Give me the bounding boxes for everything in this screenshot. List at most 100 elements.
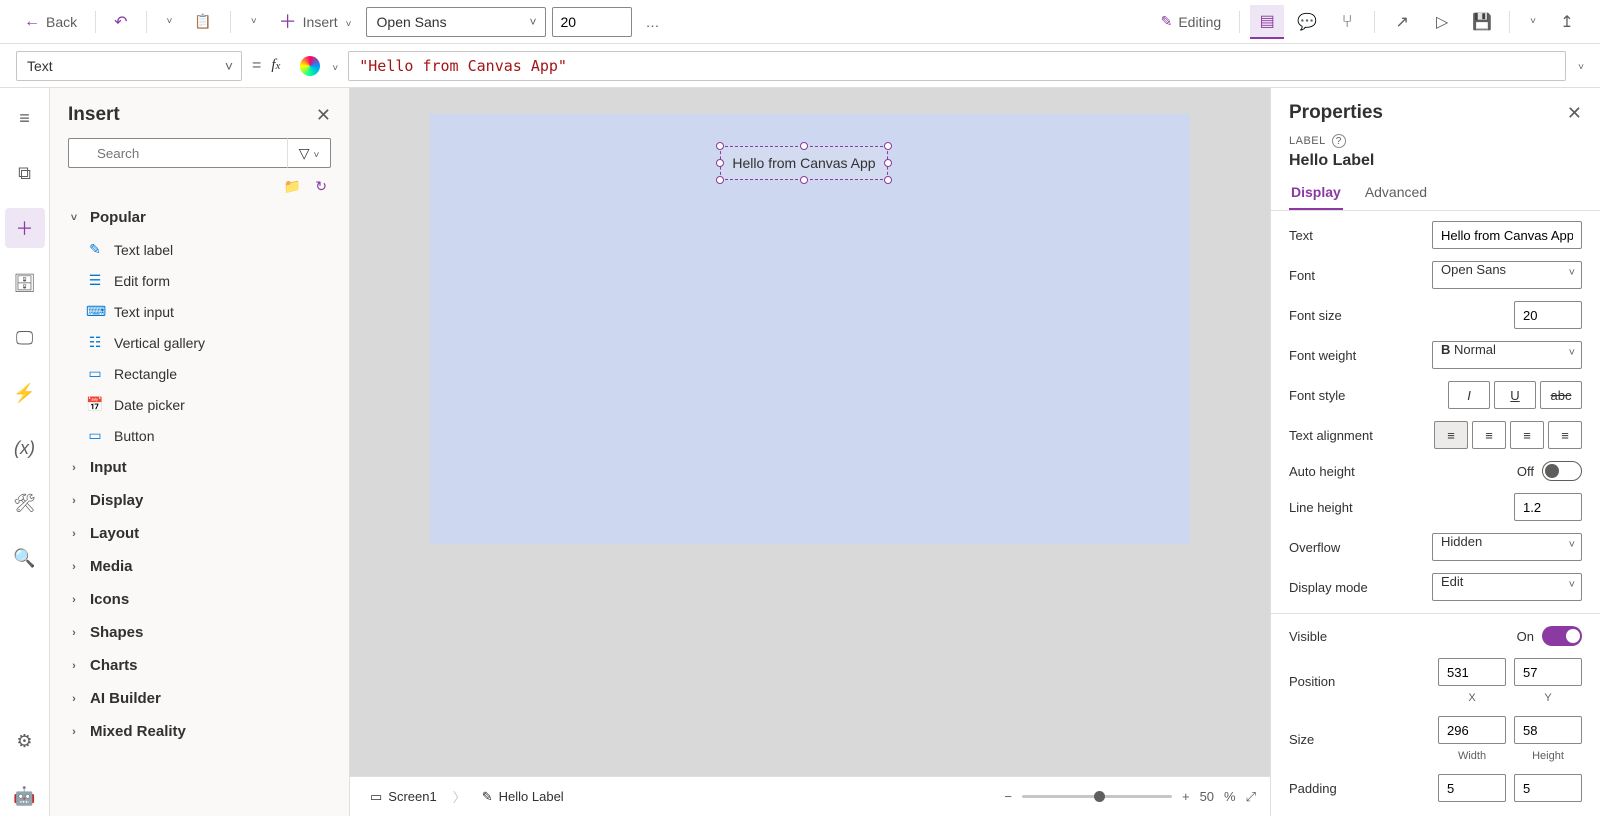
item-edit-form[interactable]: ☰Edit form xyxy=(50,265,349,296)
underline-button[interactable]: U xyxy=(1494,381,1536,409)
group-charts[interactable]: ›Charts xyxy=(50,649,349,682)
item-button[interactable]: ▭Button xyxy=(50,420,349,451)
copilot-chevron[interactable] xyxy=(330,58,338,74)
share-icon[interactable] xyxy=(1385,5,1419,39)
insert-button[interactable]: ＋Insert xyxy=(271,7,360,37)
close-properties-icon[interactable]: ✕ xyxy=(1567,103,1582,124)
resize-handle-tl[interactable] xyxy=(716,142,724,150)
group-icons[interactable]: ›Icons xyxy=(50,583,349,616)
undo-split[interactable] xyxy=(157,7,181,37)
prop-displaymode-select[interactable]: Edit xyxy=(1432,573,1582,601)
resize-handle-bm[interactable] xyxy=(800,176,808,184)
import-component-icon[interactable]: 📁 xyxy=(284,178,301,195)
group-shapes[interactable]: ›Shapes xyxy=(50,616,349,649)
screen1[interactable]: Hello from Canvas App xyxy=(430,114,1190,544)
pad-r-input[interactable] xyxy=(1514,774,1582,802)
group-display[interactable]: ›Display xyxy=(50,484,349,517)
prop-fontweight-select[interactable]: B Normal xyxy=(1432,341,1582,369)
fx-icon[interactable]: fx xyxy=(271,57,280,74)
pos-x-input[interactable] xyxy=(1438,658,1506,686)
selected-label-control[interactable]: Hello from Canvas App xyxy=(720,146,888,180)
undo-button[interactable] xyxy=(106,7,135,37)
resize-handle-bl[interactable] xyxy=(716,176,724,184)
search-input[interactable] xyxy=(68,138,287,168)
group-ai-builder[interactable]: ›AI Builder xyxy=(50,682,349,715)
fit-screen-icon[interactable]: ⤢ xyxy=(1246,789,1256,805)
autoheight-toggle[interactable] xyxy=(1542,461,1582,481)
paste-button[interactable] xyxy=(186,7,219,37)
tab-display[interactable]: Display xyxy=(1289,176,1343,210)
align-left-button[interactable]: ≡ xyxy=(1434,421,1468,449)
item-rectangle[interactable]: ▭Rectangle xyxy=(50,358,349,389)
strike-button[interactable]: abc xyxy=(1540,381,1582,409)
zoom-slider[interactable] xyxy=(1022,795,1172,798)
data-icon[interactable]: 🗄 xyxy=(5,263,45,303)
group-input[interactable]: ›Input xyxy=(50,451,349,484)
prop-font-select[interactable]: Open Sans xyxy=(1432,261,1582,289)
right-pane-icon[interactable]: ▤ xyxy=(1250,5,1284,39)
virtual-agent-icon[interactable]: 🤖 xyxy=(5,776,45,816)
more-commands[interactable]: … xyxy=(638,7,670,37)
align-justify-button[interactable]: ≡ xyxy=(1548,421,1582,449)
save-icon[interactable] xyxy=(1465,5,1499,39)
variables-icon[interactable]: (x) xyxy=(5,428,45,468)
insert-rail-icon[interactable]: ＋ xyxy=(5,208,45,248)
italic-button[interactable]: I xyxy=(1448,381,1490,409)
visible-toggle[interactable] xyxy=(1542,626,1582,646)
publish-icon[interactable] xyxy=(1550,5,1584,39)
pad-t-input[interactable] xyxy=(1438,774,1506,802)
font-size-input[interactable] xyxy=(552,7,632,37)
prop-text-input[interactable] xyxy=(1432,221,1582,249)
info-icon[interactable]: ? xyxy=(1332,134,1346,148)
canvas-stage[interactable]: Hello from Canvas App xyxy=(350,88,1270,776)
group-mixed-reality[interactable]: ›Mixed Reality xyxy=(50,715,349,748)
pos-y-input[interactable] xyxy=(1514,658,1582,686)
size-w-input[interactable] xyxy=(1438,716,1506,744)
tab-advanced[interactable]: Advanced xyxy=(1363,176,1429,210)
media-icon[interactable]: 🖵 xyxy=(5,318,45,358)
search-rail-icon[interactable]: 🔍 xyxy=(5,538,45,578)
size-h-input[interactable] xyxy=(1514,716,1582,744)
control-name[interactable]: Hello Label xyxy=(1271,148,1600,176)
breadcrumb-label[interactable]: ✎Hello Label xyxy=(476,787,570,807)
align-center-button[interactable]: ≡ xyxy=(1472,421,1506,449)
play-icon[interactable] xyxy=(1425,5,1459,39)
resize-handle-br[interactable] xyxy=(884,176,892,184)
prop-overflow-select[interactable]: Hidden xyxy=(1432,533,1582,561)
resize-handle-ml[interactable] xyxy=(716,159,724,167)
prop-fontsize-input[interactable] xyxy=(1514,301,1582,329)
item-text-input[interactable]: ⌨Text input xyxy=(50,296,349,327)
zoom-out[interactable]: − xyxy=(1004,789,1012,804)
hamburger-icon[interactable]: ≡ xyxy=(5,98,45,138)
formula-expand[interactable] xyxy=(1576,57,1584,75)
group-layout[interactable]: ›Layout xyxy=(50,517,349,550)
save-split[interactable] xyxy=(1520,7,1544,37)
filter-button[interactable]: ▽ xyxy=(287,138,331,168)
paste-split[interactable] xyxy=(241,7,265,37)
group-media[interactable]: ›Media xyxy=(50,550,349,583)
checker-icon[interactable] xyxy=(1330,5,1364,39)
resize-handle-tr[interactable] xyxy=(884,142,892,150)
breadcrumb-screen[interactable]: ▭Screen1 xyxy=(364,787,443,807)
back-button[interactable]: Back xyxy=(16,7,85,37)
copilot-icon[interactable] xyxy=(300,56,320,76)
font-family-select[interactable]: Open Sans xyxy=(366,7,546,37)
zoom-in[interactable]: + xyxy=(1182,789,1190,804)
property-select[interactable]: Text xyxy=(16,51,242,81)
item-date-picker[interactable]: 📅Date picker xyxy=(50,389,349,420)
align-right-button[interactable]: ≡ xyxy=(1510,421,1544,449)
tools-icon[interactable]: 🛠 xyxy=(5,483,45,523)
refresh-icon[interactable]: ↻ xyxy=(315,178,327,195)
close-icon[interactable]: ✕ xyxy=(316,105,331,126)
power-automate-icon[interactable]: ⚡ xyxy=(5,373,45,413)
resize-handle-tm[interactable] xyxy=(800,142,808,150)
formula-input[interactable]: "Hello from Canvas App" xyxy=(348,51,1566,81)
item-vertical-gallery[interactable]: ☷Vertical gallery xyxy=(50,327,349,358)
comments-icon[interactable] xyxy=(1290,5,1324,39)
settings-icon[interactable]: ⚙ xyxy=(5,721,45,761)
editing-mode[interactable]: Editing xyxy=(1153,7,1230,37)
tree-view-icon[interactable]: ⧉ xyxy=(5,153,45,193)
item-text-label[interactable]: ✎Text label xyxy=(50,234,349,265)
prop-lineheight-input[interactable] xyxy=(1514,493,1582,521)
resize-handle-mr[interactable] xyxy=(884,159,892,167)
